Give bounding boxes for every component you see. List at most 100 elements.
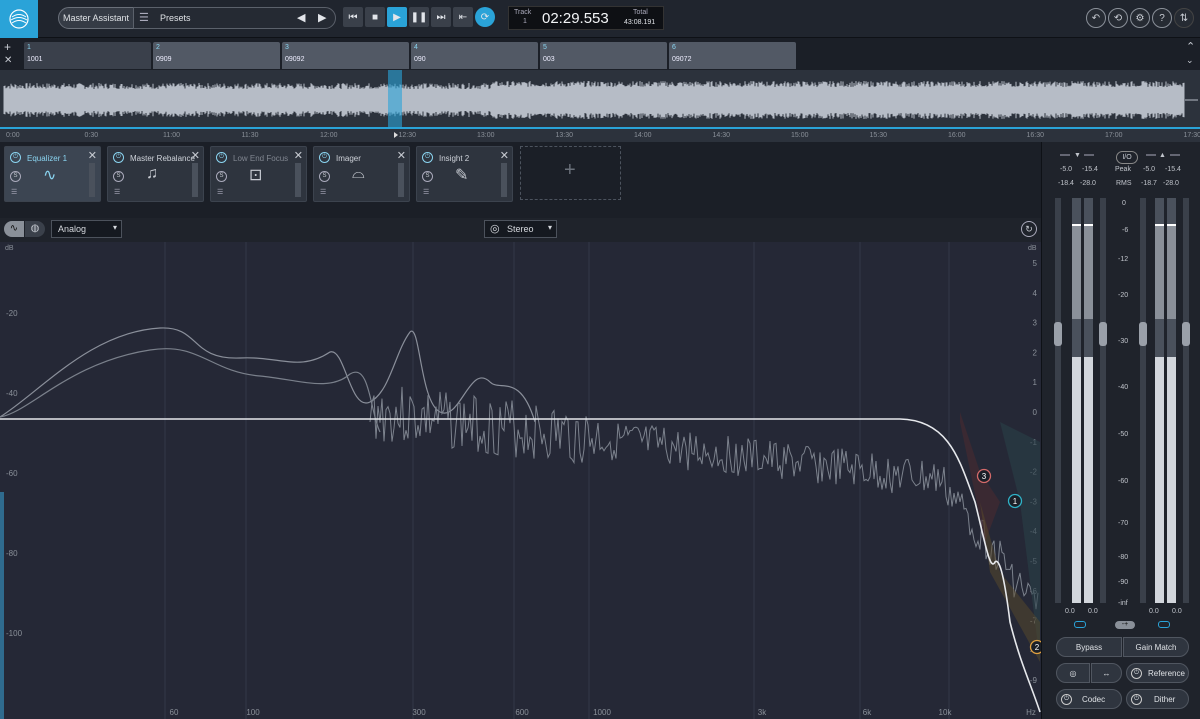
module-gain-meter[interactable] <box>295 163 301 197</box>
close-icon[interactable]: ✕ <box>294 149 303 162</box>
izotope-logo-icon[interactable] <box>0 0 38 38</box>
return-to-start-icon[interactable]: ⇤ <box>453 7 473 27</box>
module-master-rebalance[interactable]: ⏻ Master Rebalance ✕ S ☰ ♫ <box>107 146 204 202</box>
add-track-icon[interactable]: + <box>4 40 11 54</box>
dither-button[interactable]: ⏻ Dither <box>1126 689 1189 709</box>
waveform-overview[interactable]: 0:00 0:30 11:00 11:30 12:00 12:30 13:00 13:30 14… <box>0 70 1200 142</box>
master-assistant-button[interactable]: Master Assistant <box>58 7 134 29</box>
solo-icon[interactable]: S <box>216 171 227 182</box>
add-module-icon[interactable]: + <box>564 159 576 182</box>
settings-gear-icon[interactable]: ⚙ <box>1130 8 1150 28</box>
waveform-view-icon[interactable]: ∿ <box>4 221 24 237</box>
module-power-icon[interactable]: ⏻ <box>10 152 21 163</box>
eq-node-3[interactable]: 3 <box>976 468 992 484</box>
skip-forward-button[interactable]: ⏭ <box>431 7 451 27</box>
meter-track[interactable] <box>1140 198 1146 603</box>
skip-back-button[interactable]: ⏮ <box>343 7 363 27</box>
link-toggle-icon[interactable]: -+ <box>1115 621 1135 629</box>
remove-track-icon[interactable]: ✕ <box>4 55 12 66</box>
module-equalizer-1[interactable]: ⏻ Equalizer 1 ✕ S ☰ ∿ <box>4 146 101 202</box>
list-icon[interactable]: ☰ <box>11 188 17 196</box>
module-gain-meter[interactable] <box>398 163 404 197</box>
history-icon[interactable]: ⟲ <box>1108 8 1128 28</box>
expand-icon[interactable]: ⌄ <box>1186 55 1194 66</box>
gain-match-button[interactable]: Gain Match <box>1123 637 1189 657</box>
channel-select[interactable]: ◎ Stereo ▾ <box>484 220 557 238</box>
out-link-icon[interactable] <box>1158 621 1170 628</box>
meter-track[interactable] <box>1100 198 1106 603</box>
globe-view-icon[interactable]: ◍ <box>25 221 45 237</box>
in-peak-r: -15.4 <box>1082 166 1098 173</box>
chevron-down-icon: ▾ <box>112 223 117 232</box>
eq-mode-select[interactable]: Analog ▾ <box>51 220 122 238</box>
close-icon[interactable]: ✕ <box>397 149 406 162</box>
close-icon[interactable]: ✕ <box>88 149 97 162</box>
add-module-slot[interactable]: + <box>520 146 621 200</box>
sync-icon[interactable]: ⇅ <box>1174 8 1194 28</box>
list-icon[interactable]: ☰ <box>423 188 429 196</box>
play-button[interactable]: ▶ <box>387 7 407 27</box>
module-imager[interactable]: ⏻ Imager ✕ S ☰ ⌓ <box>313 146 410 202</box>
refresh-icon[interactable]: ↻ <box>1021 221 1037 237</box>
next-preset-icon[interactable]: ▶ <box>318 11 326 24</box>
output-meter-up-icon[interactable]: ▲ <box>1159 152 1166 159</box>
track-tab-5[interactable]: 5 003 <box>540 42 667 69</box>
meter-peak-fill <box>1155 357 1164 603</box>
list-icon[interactable]: ☰ <box>320 188 326 196</box>
track-tab-2[interactable]: 2 0909 <box>153 42 280 69</box>
left-axis-tick: -100 <box>6 629 23 638</box>
meter-gain-fader[interactable] <box>1054 322 1062 346</box>
io-toggle[interactable]: I/O <box>1116 151 1138 164</box>
playhead-marker-icon[interactable] <box>394 132 398 138</box>
eq-spectrum-display[interactable]: dB-20-40-60-80-100dB543210-1-2-3-4-5-6-7… <box>0 242 1041 719</box>
playhead-region[interactable] <box>388 70 402 128</box>
codec-button[interactable]: ⏻ Codec <box>1056 689 1122 709</box>
presets-bar[interactable]: ☰ Presets ◀ ▶ <box>133 7 336 29</box>
help-icon[interactable]: ? <box>1152 8 1172 28</box>
solo-icon[interactable]: S <box>422 171 433 182</box>
module-gain-meter[interactable] <box>89 163 95 197</box>
module-power-icon[interactable]: ⏻ <box>319 152 330 163</box>
solo-icon[interactable]: S <box>113 171 124 182</box>
close-icon[interactable]: ✕ <box>191 149 200 162</box>
module-power-icon[interactable]: ⏻ <box>216 152 227 163</box>
meter-gain-fader[interactable] <box>1182 322 1190 346</box>
meter-track[interactable] <box>1183 198 1189 603</box>
module-low-end-focus[interactable]: ⏻ Low End Focus ✕ S ☰ ⊡ <box>210 146 307 202</box>
track-tab-6[interactable]: 6 09072 <box>669 42 796 69</box>
swap-icon[interactable]: ↔ <box>1091 663 1122 683</box>
eq-node-2[interactable]: 2 <box>1029 639 1042 655</box>
close-icon[interactable]: ✕ <box>500 149 509 162</box>
track-number: 1 <box>523 18 527 25</box>
collapse-icon[interactable]: ⌃ <box>1186 40 1195 53</box>
undo-icon[interactable]: ↶ <box>1086 8 1106 28</box>
track-tab-1[interactable]: 1 1001 <box>24 42 151 69</box>
bypass-button[interactable]: Bypass <box>1056 637 1122 657</box>
pause-button[interactable]: ❚❚ <box>409 7 429 27</box>
meter-gain-fader[interactable] <box>1099 322 1107 346</box>
track-tab-4[interactable]: 4 090 <box>411 42 538 69</box>
meter-gain-fader[interactable] <box>1139 322 1147 346</box>
module-insight-2[interactable]: ⏻ Insight 2 ✕ S ☰ ✎ <box>416 146 513 202</box>
loop-icon[interactable]: ⟳ <box>475 7 495 27</box>
module-gain-meter[interactable] <box>192 163 198 197</box>
reference-button[interactable]: ⏻ Reference <box>1126 663 1189 683</box>
track-tab-3[interactable]: 3 09092 <box>282 42 409 69</box>
input-meter-dropdown-icon[interactable]: ▼ <box>1074 152 1081 159</box>
module-power-icon[interactable]: ⏻ <box>422 152 433 163</box>
eq-curve[interactable] <box>0 418 1041 713</box>
stereo-link-icon[interactable]: ◎ <box>1056 663 1090 683</box>
stop-button[interactable]: ■ <box>365 7 385 27</box>
module-gain-meter[interactable] <box>501 163 507 197</box>
in-link-icon[interactable] <box>1074 621 1086 628</box>
presets-menu-icon[interactable]: ☰ <box>139 11 149 24</box>
solo-icon[interactable]: S <box>10 171 21 182</box>
dither-label: Dither <box>1154 694 1176 704</box>
solo-icon[interactable]: S <box>319 171 330 182</box>
list-icon[interactable]: ☰ <box>217 188 223 196</box>
eq-node-1[interactable]: 1 <box>1007 493 1023 509</box>
meter-track[interactable] <box>1055 198 1061 603</box>
prev-preset-icon[interactable]: ◀ <box>297 11 305 24</box>
module-power-icon[interactable]: ⏻ <box>113 152 124 163</box>
list-icon[interactable]: ☰ <box>114 188 120 196</box>
